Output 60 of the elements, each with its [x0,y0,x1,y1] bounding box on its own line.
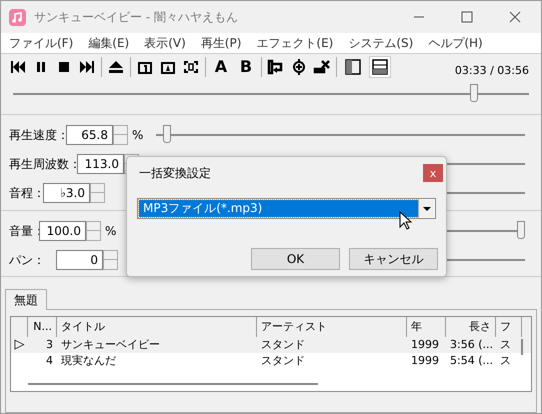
table-cell: サンキューベイビー [61,338,160,351]
table-cell: 3:56 (... [450,338,493,351]
horizontal-split-icon [372,58,388,74]
control-label: 音程： [9,184,43,202]
next-icon[interactable] [78,58,96,74]
layout-toggle-button[interactable] [369,56,391,78]
dialog-button[interactable]: OK [251,248,340,270]
dialog-button[interactable]: キャンセル [349,248,438,270]
dialog-title: 一括変換設定 [139,165,212,182]
ab-repeat-button[interactable]: A [211,58,231,74]
control-label: 再生周波数： [9,156,77,172]
ab-repeat-button[interactable]: B [236,58,256,74]
vertical-scrollbar[interactable] [521,339,523,355]
control-label: パン： [9,252,46,268]
slider-thumb[interactable] [517,220,525,238]
close-icon[interactable] [509,11,521,23]
format-select[interactable]: MP3ファイル(*.mp3) [137,198,436,219]
marker-icon[interactable] [290,58,308,74]
control-label: 再生速度： [9,126,66,144]
previous-icon[interactable] [9,58,27,74]
table-cell: スタンド [261,338,305,351]
dialog-close-button[interactable]: x [423,164,443,182]
marker-delete-icon[interactable] [313,58,331,74]
menu-item[interactable]: ファイル(F) [9,34,74,52]
horizontal-scrollbar[interactable] [28,383,318,385]
app-logo-icon [9,8,26,26]
eject-icon[interactable] [107,58,125,74]
menu-item[interactable]: 編集(E) [88,34,130,52]
mouse-cursor-icon [399,211,413,231]
unit-label: % [105,222,118,240]
table-cell: 1999 [411,354,439,367]
playing-marker: ▷ [14,337,24,352]
random-icon[interactable] [182,58,200,74]
table-cell: ス [500,338,511,351]
slider-thumb[interactable] [163,124,172,142]
table-cell: 現実なんだ [61,354,116,367]
table-cell: 1999 [411,338,439,351]
loop-arrow-icon[interactable] [267,58,285,74]
table-cell: 5:54 (... [450,354,493,367]
number-field[interactable]: 100.0 [39,220,86,240]
window-title: サンキューベイビー - 闇々ハヤえもん [34,9,238,26]
table-cell-text: 4 [45,352,53,369]
maximize-icon[interactable] [461,11,473,23]
vertical-split-icon [345,58,361,74]
menu-item[interactable]: システム(S) [348,34,414,52]
number-field[interactable]: 65.8 [66,124,113,144]
slider-thumb[interactable] [470,84,478,102]
table-cell-text: 3 [45,336,53,353]
menu-item[interactable]: 再生(P) [200,34,242,52]
unit-label: % [132,126,144,144]
menu-item[interactable]: 表示(V) [144,34,186,52]
table-cell: スタンド [261,354,305,367]
menu-item[interactable]: エフェクト(E) [256,34,334,52]
playback-time: 03:33 / 03:56 [454,62,530,78]
menu-item[interactable]: ヘルプ(H) [428,34,483,52]
table-cell: ス [500,354,511,367]
playlist-tab[interactable]: 無題 [5,289,47,310]
number-field[interactable]: 0 [56,250,103,270]
number-field[interactable]: 113.0 [77,154,124,174]
number-field[interactable]: ♭3.0 [43,182,90,202]
